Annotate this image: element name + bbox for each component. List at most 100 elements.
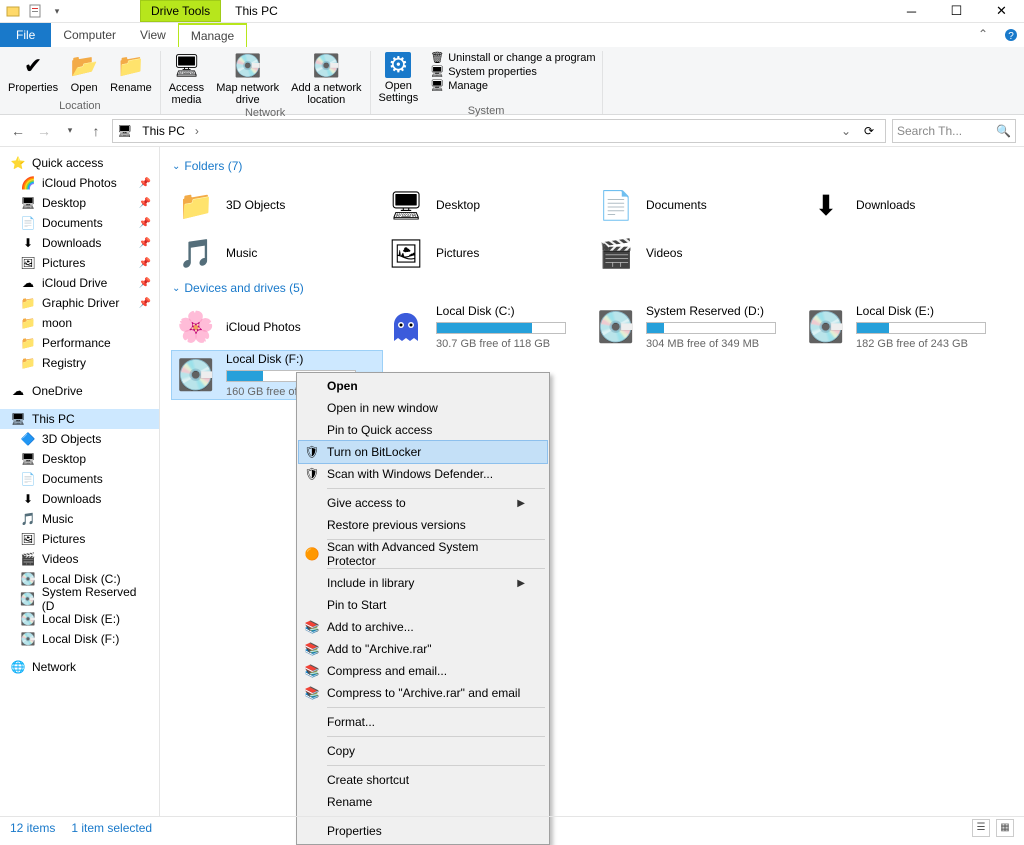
sidebar-icon: 💽 xyxy=(20,611,36,627)
ctx-add-to-archive-[interactable]: 📚Add to archive... xyxy=(299,616,547,638)
tiles-view-button[interactable]: ▦ xyxy=(996,819,1014,837)
qat-dropdown-icon[interactable]: ▾ xyxy=(48,2,66,20)
sidebar-item-system-reserved-d[interactable]: 💽System Reserved (D xyxy=(0,589,159,609)
sidebar-item-moon[interactable]: 📁moon xyxy=(0,313,159,333)
forward-button[interactable]: → xyxy=(34,121,54,141)
properties-button[interactable]: ✔Properties xyxy=(6,51,60,95)
sidebar-icon: 🌈 xyxy=(20,175,36,191)
manage-button[interactable]: 🖥Manage xyxy=(430,79,595,92)
address-dropdown-icon[interactable]: ⌄ xyxy=(841,124,851,138)
sidebar-icon: 🖼 xyxy=(20,531,36,547)
sidebar-item-3d-objects[interactable]: 🔷3D Objects xyxy=(0,429,159,449)
sidebar-item-desktop[interactable]: 🖥Desktop📌 xyxy=(0,193,159,213)
sidebar-item-quick-access[interactable]: ⭐Quick access xyxy=(0,153,159,173)
ctx-item-label: Pin to Start xyxy=(327,598,386,612)
ctx-copy[interactable]: Copy xyxy=(299,740,547,762)
ctx-scan-with-advanced-system-protector[interactable]: 🟠Scan with Advanced System Protector xyxy=(299,543,547,565)
ctx-scan-with-windows-defender-[interactable]: 🛡Scan with Windows Defender... xyxy=(299,463,547,485)
tab-manage[interactable]: Manage xyxy=(178,23,247,47)
rename-button[interactable]: 📁Rename xyxy=(108,51,154,95)
sidebar-item-downloads[interactable]: ⬇Downloads xyxy=(0,489,159,509)
folder-item-pictures[interactable]: 🖼Pictures xyxy=(382,229,592,277)
folder-item-documents[interactable]: 📄Documents xyxy=(592,181,802,229)
ctx-rename[interactable]: Rename xyxy=(299,791,547,813)
properties-qat-icon[interactable] xyxy=(26,2,44,20)
add-network-location-button[interactable]: 💽Add a network location xyxy=(289,51,363,107)
folder-icon: 📁 xyxy=(176,185,216,225)
drive-tools-contextual-tab[interactable]: Drive Tools xyxy=(140,0,221,22)
sidebar-item-network[interactable]: 🌐Network xyxy=(0,657,159,677)
folder-item-music[interactable]: 🎵Music xyxy=(172,229,382,277)
sidebar-item-desktop[interactable]: 🖥Desktop xyxy=(0,449,159,469)
folder-icon: 🎬 xyxy=(596,233,636,273)
ctx-open[interactable]: Open xyxy=(299,375,547,397)
uninstall-program-button[interactable]: 🗑Uninstall or change a program xyxy=(430,51,595,64)
chevron-right-icon[interactable]: › xyxy=(195,124,199,138)
details-view-button[interactable]: ☰ xyxy=(972,819,990,837)
ctx-format-[interactable]: Format... xyxy=(299,711,547,733)
ctx-restore-previous-versions[interactable]: Restore previous versions xyxy=(299,514,547,536)
search-input[interactable]: Search Th... 🔍 xyxy=(892,119,1016,143)
ctx-turn-on-bitlocker[interactable]: 🛡Turn on BitLocker xyxy=(299,441,547,463)
help-icon[interactable]: ? xyxy=(998,23,1024,47)
recent-dropdown-icon[interactable]: ▾ xyxy=(60,121,80,141)
sidebar-item-music[interactable]: 🎵Music xyxy=(0,509,159,529)
sidebar-item-pictures[interactable]: 🖼Pictures📌 xyxy=(0,253,159,273)
sidebar-item-downloads[interactable]: ⬇Downloads📌 xyxy=(0,233,159,253)
tab-view[interactable]: View xyxy=(128,23,178,47)
ctx-open-in-new-window[interactable]: Open in new window xyxy=(299,397,547,419)
ribbon-collapse-button[interactable]: ⌃ xyxy=(968,23,998,47)
map-network-drive-button[interactable]: 💽Map network drive xyxy=(214,51,281,107)
folders-header[interactable]: ⌄Folders (7) xyxy=(172,155,1024,181)
pin-icon: 📌 xyxy=(139,218,151,229)
ctx-compress-to-archive-rar-and-email[interactable]: 📚Compress to "Archive.rar" and email xyxy=(299,682,547,704)
drives-header[interactable]: ⌄Devices and drives (5) xyxy=(172,277,1024,303)
sidebar-item-onedrive[interactable]: ☁OneDrive xyxy=(0,381,159,401)
sidebar-item-documents[interactable]: 📄Documents xyxy=(0,469,159,489)
ribbon-group-location-label: Location xyxy=(59,100,101,114)
sidebar-item-pictures[interactable]: 🖼Pictures xyxy=(0,529,159,549)
refresh-button[interactable]: ⟳ xyxy=(857,124,881,138)
maximize-button[interactable]: ☐ xyxy=(934,0,979,23)
ctx-pin-to-quick-access[interactable]: Pin to Quick access xyxy=(299,419,547,441)
minimize-button[interactable]: ─ xyxy=(889,0,934,23)
tab-file[interactable]: File xyxy=(0,23,51,47)
up-button[interactable]: ↑ xyxy=(86,121,106,141)
drive-item-icloud-photos[interactable]: 🌸iCloud Photos xyxy=(172,303,382,351)
sidebar-item-icloud-photos[interactable]: 🌈iCloud Photos📌 xyxy=(0,173,159,193)
folder-item-desktop[interactable]: 🖥Desktop xyxy=(382,181,592,229)
open-button[interactable]: 📂Open xyxy=(68,51,100,95)
sidebar-item-documents[interactable]: 📄Documents📌 xyxy=(0,213,159,233)
sidebar-item-videos[interactable]: 🎬Videos xyxy=(0,549,159,569)
ctx-compress-and-email-[interactable]: 📚Compress and email... xyxy=(299,660,547,682)
address-bar[interactable]: 🖥 This PC › ⌄ ⟳ xyxy=(112,119,886,143)
close-button[interactable]: ✕ xyxy=(979,0,1024,23)
sidebar-item-icloud-drive[interactable]: ☁iCloud Drive📌 xyxy=(0,273,159,293)
breadcrumb[interactable]: This PC xyxy=(138,124,189,138)
folder-label: Pictures xyxy=(436,246,479,260)
folder-item-videos[interactable]: 🎬Videos xyxy=(592,229,802,277)
ctx-include-in-library[interactable]: Include in library▶ xyxy=(299,572,547,594)
ctx-pin-to-start[interactable]: Pin to Start xyxy=(299,594,547,616)
ctx-give-access-to[interactable]: Give access to▶ xyxy=(299,492,547,514)
sidebar-item-registry[interactable]: 📁Registry xyxy=(0,353,159,373)
sidebar-item-local-disk-f-[interactable]: 💽Local Disk (F:) xyxy=(0,629,159,649)
folder-item-downloads[interactable]: ⬇Downloads xyxy=(802,181,1012,229)
system-properties-button[interactable]: 🖥System properties xyxy=(430,65,595,78)
sidebar-item-graphic-driver[interactable]: 📁Graphic Driver📌 xyxy=(0,293,159,313)
drive-item-local-disk-c-[interactable]: Local Disk (C:)30.7 GB free of 118 GB xyxy=(382,303,592,351)
drive-item-local-disk-e-[interactable]: 💽Local Disk (E:)182 GB free of 243 GB xyxy=(802,303,1012,351)
access-media-button[interactable]: 🖥Access media xyxy=(167,51,206,107)
window-title: This PC xyxy=(221,4,278,18)
ctx-item-label: Turn on BitLocker xyxy=(327,445,421,459)
sidebar-item-performance[interactable]: 📁Performance xyxy=(0,333,159,353)
tab-computer[interactable]: Computer xyxy=(51,23,128,47)
ctx-separator xyxy=(327,736,545,737)
sidebar-item-this-pc[interactable]: 🖥This PC xyxy=(0,409,159,429)
folder-item-3d-objects[interactable]: 📁3D Objects xyxy=(172,181,382,229)
ctx-add-to-archive-rar-[interactable]: 📚Add to "Archive.rar" xyxy=(299,638,547,660)
open-settings-button[interactable]: ⚙Open Settings xyxy=(377,51,421,105)
ctx-create-shortcut[interactable]: Create shortcut xyxy=(299,769,547,791)
back-button[interactable]: ← xyxy=(8,121,28,141)
drive-item-system-reserved-d-[interactable]: 💽System Reserved (D:)304 MB free of 349 … xyxy=(592,303,802,351)
